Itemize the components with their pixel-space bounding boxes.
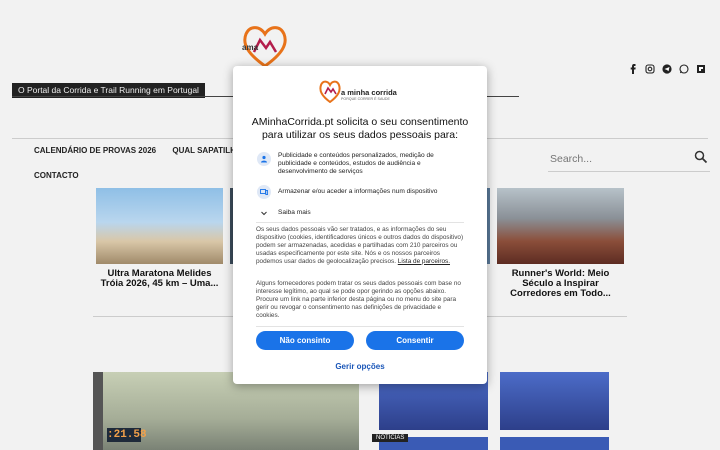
learn-more-label[interactable]: Saiba mais	[278, 209, 448, 217]
purpose-storage: Armazenar e/ou aceder a informações num …	[257, 185, 448, 199]
modal-logo: a minha corrida PORQUE CORRER É SAUDE	[319, 79, 405, 107]
consent-button[interactable]: Consentir	[366, 331, 464, 350]
learn-more-toggle[interactable]: Saiba mais	[257, 206, 448, 220]
consent-title: AMinhaCorrida.pt solicita o seu consenti…	[251, 116, 469, 141]
modal-separator	[256, 326, 464, 327]
modal-logo-text: a minha corrida	[341, 88, 397, 97]
consent-paragraph-1: Os seus dados pessoais vão ser tratados,…	[256, 226, 464, 266]
heart-logo-icon	[319, 80, 341, 103]
consent-paragraph-2: Alguns fornecedores podem tratar os seus…	[256, 280, 461, 319]
modal-logo-subtext: PORQUE CORRER É SAUDE	[341, 97, 390, 101]
modal-separator	[256, 222, 464, 223]
purpose-text: Publicidade e conteúdos personalizados, …	[278, 152, 434, 175]
consent-dialog: a minha corrida PORQUE CORRER É SAUDE AM…	[233, 66, 487, 384]
person-icon	[257, 152, 271, 166]
manage-options-link[interactable]: Gerir opções	[233, 362, 487, 371]
chevron-down-icon[interactable]	[257, 206, 271, 220]
partners-list-link[interactable]: Lista de parceiros.	[398, 258, 450, 265]
decline-button[interactable]: Não consinto	[256, 331, 354, 350]
purpose-ads: Publicidade e conteúdos personalizados, …	[257, 152, 448, 176]
device-icon	[257, 185, 271, 199]
purpose-text: Armazenar e/ou aceder a informações num …	[278, 188, 438, 195]
